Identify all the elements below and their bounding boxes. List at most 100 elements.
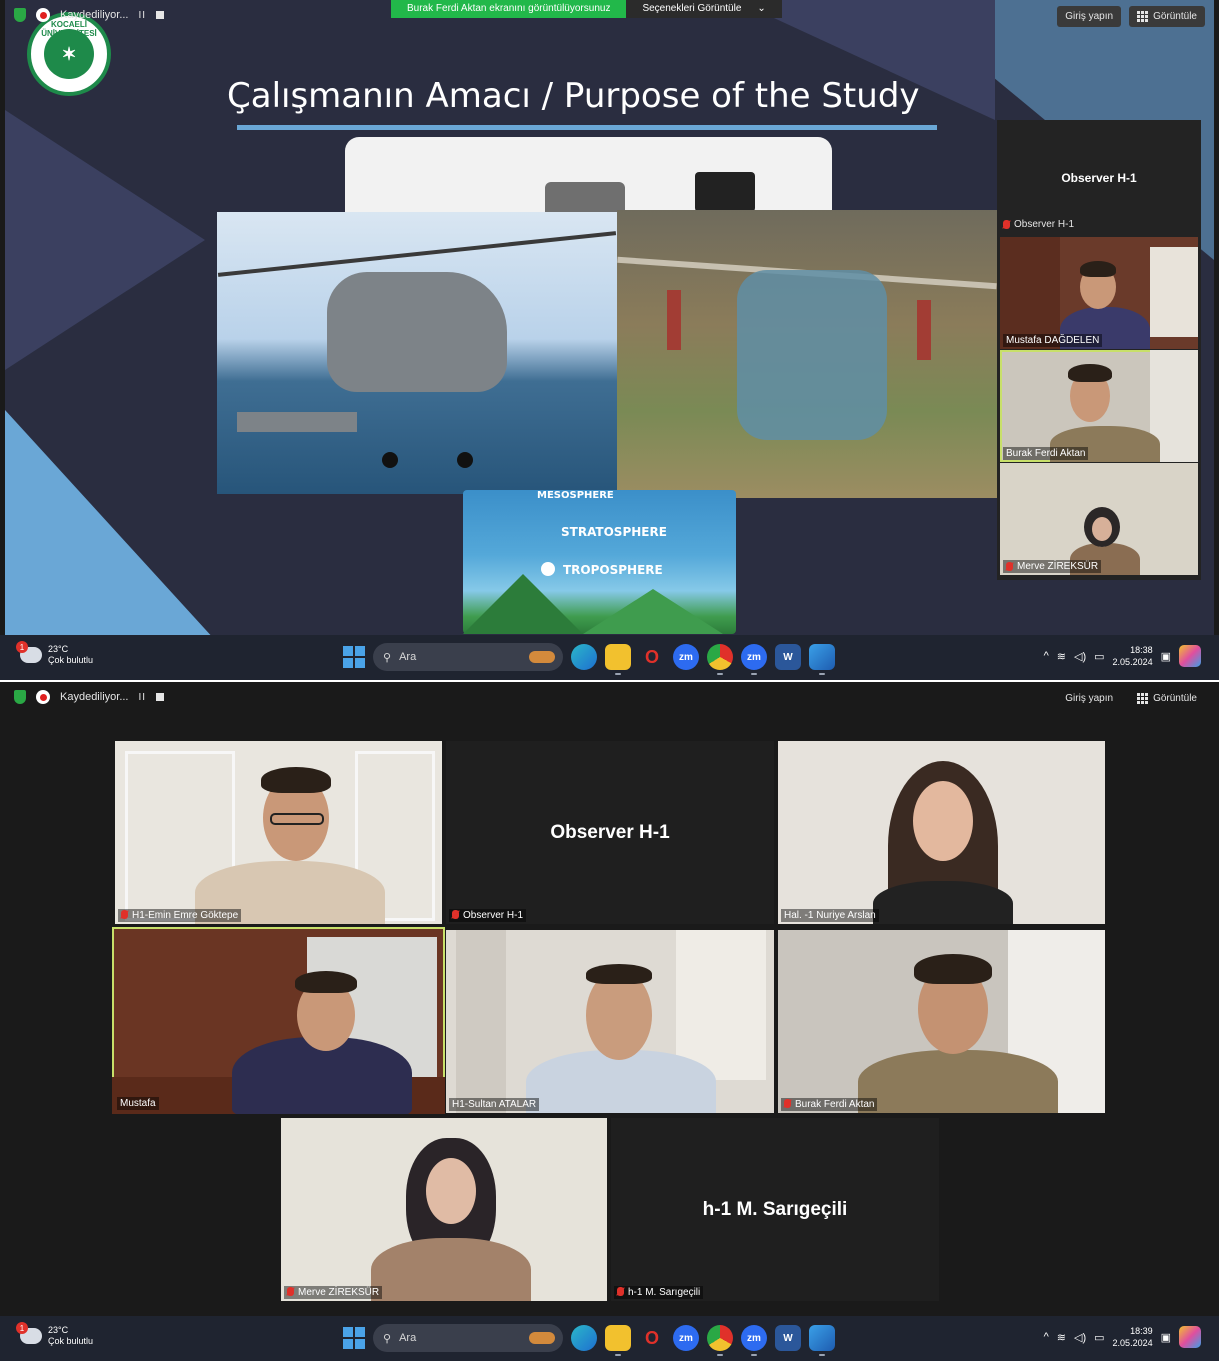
layer-label: STRATOSPHERE — [561, 525, 667, 539]
wifi-icon[interactable]: ≋ — [1057, 1331, 1066, 1344]
top-right-controls: Giriş yapın Görüntüle — [1057, 688, 1205, 709]
video-tile[interactable]: H1-Emin Emre Göktepe — [115, 741, 442, 924]
battery-icon[interactable]: ▭ — [1094, 1331, 1104, 1344]
layer-label: MESOSPHERE — [537, 490, 614, 501]
video-tile[interactable]: Merve ZİREKSÜR — [1000, 463, 1198, 575]
video-tile[interactable]: H1-Sultan ATALAR — [446, 930, 774, 1113]
copilot-icon[interactable] — [1179, 645, 1201, 667]
participant-display-name: h-1 M. Sarıgeçili — [702, 1198, 848, 1220]
notification-icon[interactable]: ▣ — [1161, 650, 1171, 663]
zoom-workplace-icon[interactable]: zm — [741, 1325, 767, 1356]
recording-text: Kaydediliyor... — [60, 9, 129, 21]
video-tile-active-speaker[interactable]: Mustafa — [112, 927, 445, 1114]
search-icon: ⚲ — [383, 1332, 392, 1345]
word-icon[interactable]: W — [775, 1325, 801, 1351]
weather-condition: Çok bulutlu — [48, 655, 94, 665]
helicopter-thermal-photo — [617, 210, 997, 498]
view-button[interactable]: Görüntüle — [1129, 688, 1205, 709]
temperature: 23°C — [48, 1325, 69, 1335]
video-tile-active-speaker[interactable]: Burak Ferdi Aktan — [1000, 350, 1198, 462]
video-tile[interactable]: h-1 M. Sarıgeçili h-1 M. Sarıgeçili — [611, 1118, 939, 1301]
record-icon — [36, 690, 50, 704]
wifi-icon[interactable]: ≋ — [1057, 650, 1066, 663]
cloud-icon: 1 — [16, 641, 42, 663]
edge-icon[interactable] — [571, 1325, 597, 1351]
windows-taskbar: 1 23°C Çok bulutlu ⚲ Ara O zm zm W ^ ≋ ◁… — [0, 1316, 1219, 1361]
title-underline — [237, 125, 937, 130]
grid-icon — [1137, 693, 1149, 704]
copilot-icon[interactable] — [1179, 1326, 1201, 1348]
shield-icon — [14, 8, 26, 22]
file-explorer-icon[interactable] — [605, 644, 631, 675]
clock[interactable]: 18:39 2.05.2024 — [1113, 1325, 1153, 1349]
windows-start-icon[interactable] — [343, 1327, 365, 1349]
search-highlight-icon — [529, 651, 555, 663]
volume-icon[interactable]: ◁) — [1074, 1331, 1086, 1344]
participant-name: Observer H-1 — [449, 909, 527, 922]
weather-widget[interactable]: 1 23°C Çok bulutlu — [16, 1322, 93, 1347]
temperature: 23°C — [48, 644, 69, 654]
participant-side-panel[interactable]: Observer H-1 Observer H-1 Mustafa DAĞDEL… — [997, 120, 1201, 580]
notification-icon[interactable]: ▣ — [1161, 1331, 1171, 1344]
participant-name: H1-Sultan ATALAR — [449, 1098, 540, 1111]
zoom-icon[interactable]: zm — [673, 644, 699, 670]
search-icon: ⚲ — [383, 651, 392, 664]
word-icon[interactable]: W — [775, 644, 801, 670]
participant-name: Mustafa — [117, 1097, 159, 1110]
signin-button[interactable]: Giriş yapın — [1057, 688, 1121, 709]
photos-icon[interactable] — [809, 1325, 835, 1356]
chevron-up-icon[interactable]: ^ — [1044, 1331, 1049, 1343]
windows-start-icon[interactable] — [343, 646, 365, 668]
slide-decor-triangle — [5, 410, 215, 635]
battery-icon[interactable]: ▭ — [1094, 650, 1104, 663]
participant-name: Burak Ferdi Aktan — [1003, 447, 1089, 460]
zoom-icon[interactable]: zm — [673, 1325, 699, 1351]
taskbar-search[interactable]: ⚲ Ara — [373, 1324, 563, 1352]
photos-icon[interactable] — [809, 644, 835, 675]
participant-name: Merve ZİREKSÜR — [1003, 560, 1102, 573]
observer-name-display: Observer H-1 — [1061, 170, 1137, 185]
video-tile[interactable]: Mustafa DAĞDELEN — [1000, 237, 1198, 349]
video-tile[interactable]: Observer H-1 Observer H-1 — [446, 741, 774, 924]
search-placeholder: Ara — [399, 1332, 417, 1344]
participant-name: Burak Ferdi Aktan — [781, 1098, 878, 1111]
slide-title: Çalışmanın Amacı / Purpose of the Study — [227, 76, 920, 116]
muted-mic-icon — [121, 910, 128, 919]
taskbar-center: ⚲ Ara O zm zm W — [343, 643, 835, 675]
date: 2.05.2024 — [1112, 1338, 1153, 1348]
video-tile[interactable]: Hal. -1 Nuriye Arslan — [778, 741, 1105, 924]
video-tile[interactable]: Burak Ferdi Aktan — [778, 930, 1105, 1113]
zoom-top-bar: Kaydediliyor... II Burak Ferdi Aktan ekr… — [0, 0, 1219, 34]
observer-label: Observer H-1 — [1003, 219, 1074, 230]
gallery-view-screenshot: Kaydediliyor... II Giriş yapın Görüntüle… — [0, 682, 1219, 1361]
grid-icon — [1137, 11, 1149, 22]
time: 18:38 — [1130, 645, 1153, 655]
weather-widget[interactable]: 1 23°C Çok bulutlu — [16, 641, 94, 666]
pause-recording-button[interactable]: II — [138, 692, 146, 703]
view-options-button[interactable]: Seçenekleri Görüntüle ⌄ — [626, 0, 782, 18]
mountain-icon — [583, 589, 723, 634]
chevron-up-icon[interactable]: ^ — [1044, 650, 1049, 662]
opera-icon[interactable]: O — [639, 1325, 665, 1351]
volume-icon[interactable]: ◁) — [1074, 650, 1086, 663]
search-highlight-icon — [529, 1332, 555, 1344]
signin-button[interactable]: Giriş yapın — [1057, 6, 1122, 27]
video-tile[interactable]: Merve ZİREKSÜR — [281, 1118, 607, 1301]
stop-recording-button[interactable] — [156, 11, 165, 19]
muted-mic-icon — [452, 910, 459, 919]
file-explorer-icon[interactable] — [605, 1325, 631, 1356]
chrome-icon[interactable] — [707, 1325, 733, 1356]
stop-recording-button[interactable] — [156, 693, 165, 701]
opera-icon[interactable]: O — [639, 644, 665, 670]
chrome-icon[interactable] — [707, 644, 733, 675]
view-button[interactable]: Görüntüle — [1129, 6, 1205, 27]
recording-indicator: Kaydediliyor... II — [14, 690, 165, 704]
edge-icon[interactable] — [571, 644, 597, 670]
clock[interactable]: 18:38 2.05.2024 — [1113, 644, 1153, 668]
participant-name: Merve ZİREKSÜR — [284, 1286, 383, 1299]
zoom-workplace-icon[interactable]: zm — [741, 644, 767, 675]
taskbar-search[interactable]: ⚲ Ara — [373, 643, 563, 671]
pause-recording-button[interactable]: II — [138, 10, 146, 21]
recording-indicator: Kaydediliyor... II — [14, 8, 165, 22]
participant-display-name: Observer H-1 — [550, 821, 670, 843]
